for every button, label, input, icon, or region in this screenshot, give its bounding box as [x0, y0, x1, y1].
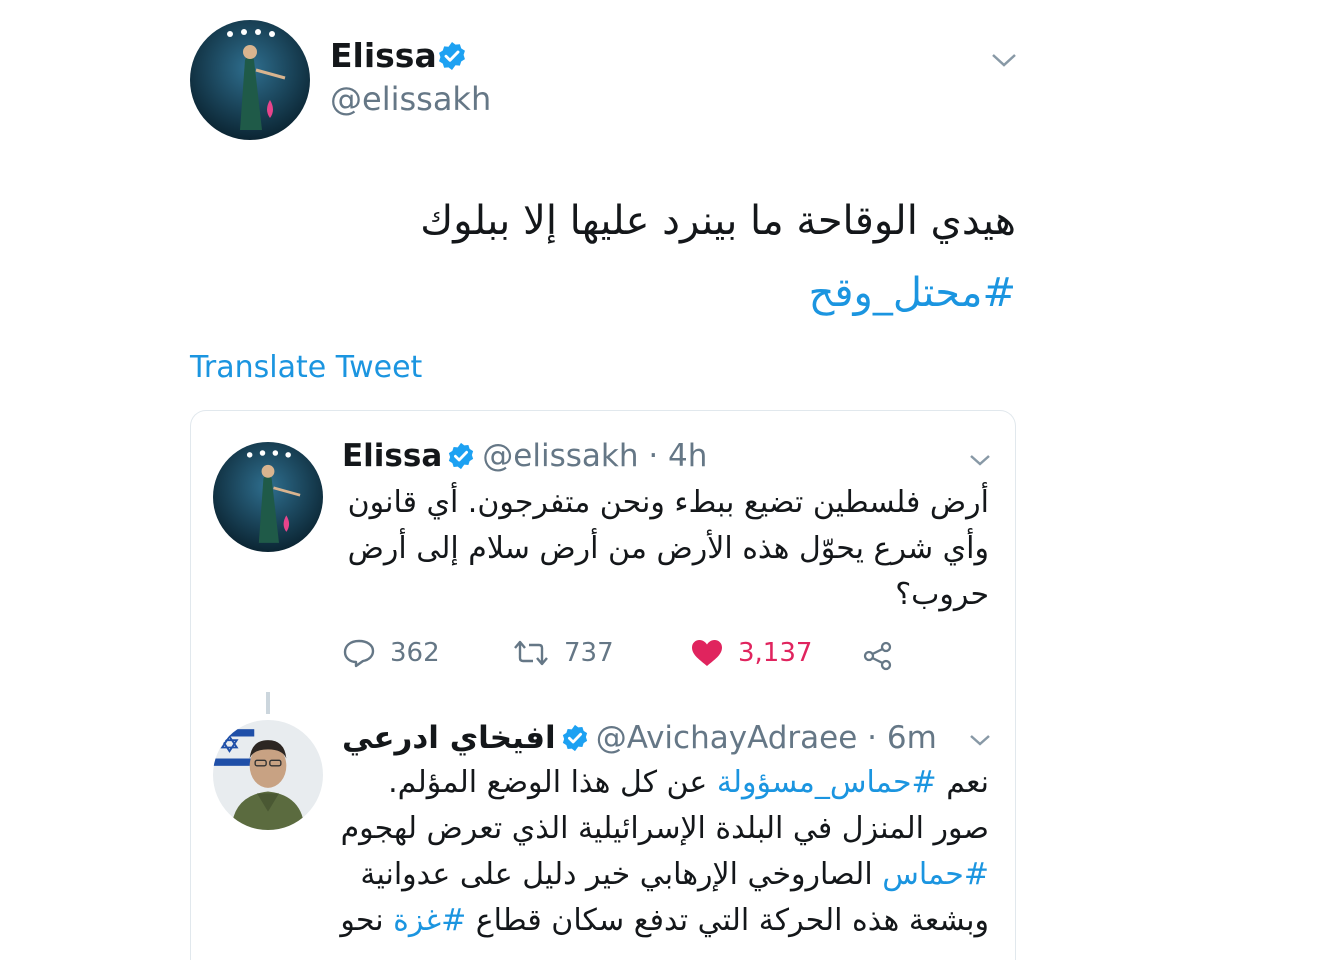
thread-connector [266, 692, 270, 714]
heart-icon [692, 640, 722, 666]
hashtag-link[interactable]: #حماس [882, 857, 989, 892]
hashtag-link[interactable]: #حماس_مسؤولة [717, 765, 937, 800]
reply-button[interactable]: 362 [342, 638, 440, 668]
reply-header[interactable]: افيخاي ادرعي @AvichayAdraee · 6m [342, 720, 937, 756]
reply-line-2: صور المنزل في البلدة الإسرائيلية الذي تع… [340, 811, 989, 846]
reply-avatar[interactable] [213, 720, 323, 830]
verified-badge-icon [562, 724, 587, 752]
reply-handle-time[interactable]: @AvichayAdraee · 6m [596, 720, 937, 756]
quoted-author-name[interactable]: Elissa [342, 438, 442, 474]
reply-tweet-text: نعم #حماس_مسؤولة عن كل هذا الوضع المؤلم.… [339, 760, 989, 944]
quoted-tweet-text: أرض فلسطين تضيع ببطء ونحن متفرجون. أي قا… [347, 485, 989, 612]
verified-badge-icon [439, 42, 465, 70]
share-icon [863, 641, 892, 671]
share-button[interactable] [862, 640, 908, 672]
text-segment: الصاروخي الإرهابي خير دليل على عدوانية [360, 857, 883, 892]
like-button[interactable]: 3,137 [690, 638, 812, 668]
main-avatar[interactable] [190, 20, 310, 140]
quoted-handle-time[interactable]: @elissakh · 4h [482, 438, 707, 474]
author-handle[interactable]: @elissakh [330, 80, 491, 118]
retweet-button[interactable]: 737 [512, 638, 614, 668]
text-segment: نحو [340, 903, 394, 938]
hashtag-link[interactable]: #محتل_وقح [809, 270, 1016, 316]
chevron-down-icon[interactable] [968, 732, 992, 748]
reply-author-name[interactable]: افيخاي ادرعي [342, 720, 556, 756]
reply-line-3: #حماس الصاروخي الإرهابي خير دليل على عدو… [339, 852, 989, 898]
translate-tweet-link[interactable]: Translate Tweet [190, 350, 422, 385]
author-name[interactable]: Elissa [330, 36, 437, 75]
retweet-count: 737 [564, 638, 614, 668]
reply-count: 362 [390, 638, 440, 668]
text-segment: عن كل هذا الوضع المؤلم. [388, 765, 717, 800]
text-segment: وبشعة هذه الحركة التي تدفع سكان قطاع [466, 903, 989, 938]
reply-line-1: نعم #حماس_مسؤولة عن كل هذا الوضع المؤلم. [339, 760, 989, 806]
reply-icon [343, 639, 375, 668]
reply-line-4: وبشعة هذه الحركة التي تدفع سكان قطاع #غز… [339, 898, 989, 944]
retweet-icon [514, 640, 548, 666]
tweet-text: هيدي الوقاحة ما بينرد عليها إلا ببلوك [420, 198, 1016, 244]
like-count: 3,137 [738, 638, 813, 668]
hashtag-link[interactable]: #غزة [393, 903, 466, 938]
text-segment: نعم [936, 765, 989, 800]
chevron-down-icon[interactable] [990, 50, 1018, 70]
quoted-avatar[interactable] [213, 442, 323, 552]
chevron-down-icon[interactable] [968, 452, 992, 468]
quoted-header[interactable]: Elissa @elissakh · 4h [342, 438, 707, 474]
verified-badge-icon [449, 442, 474, 470]
